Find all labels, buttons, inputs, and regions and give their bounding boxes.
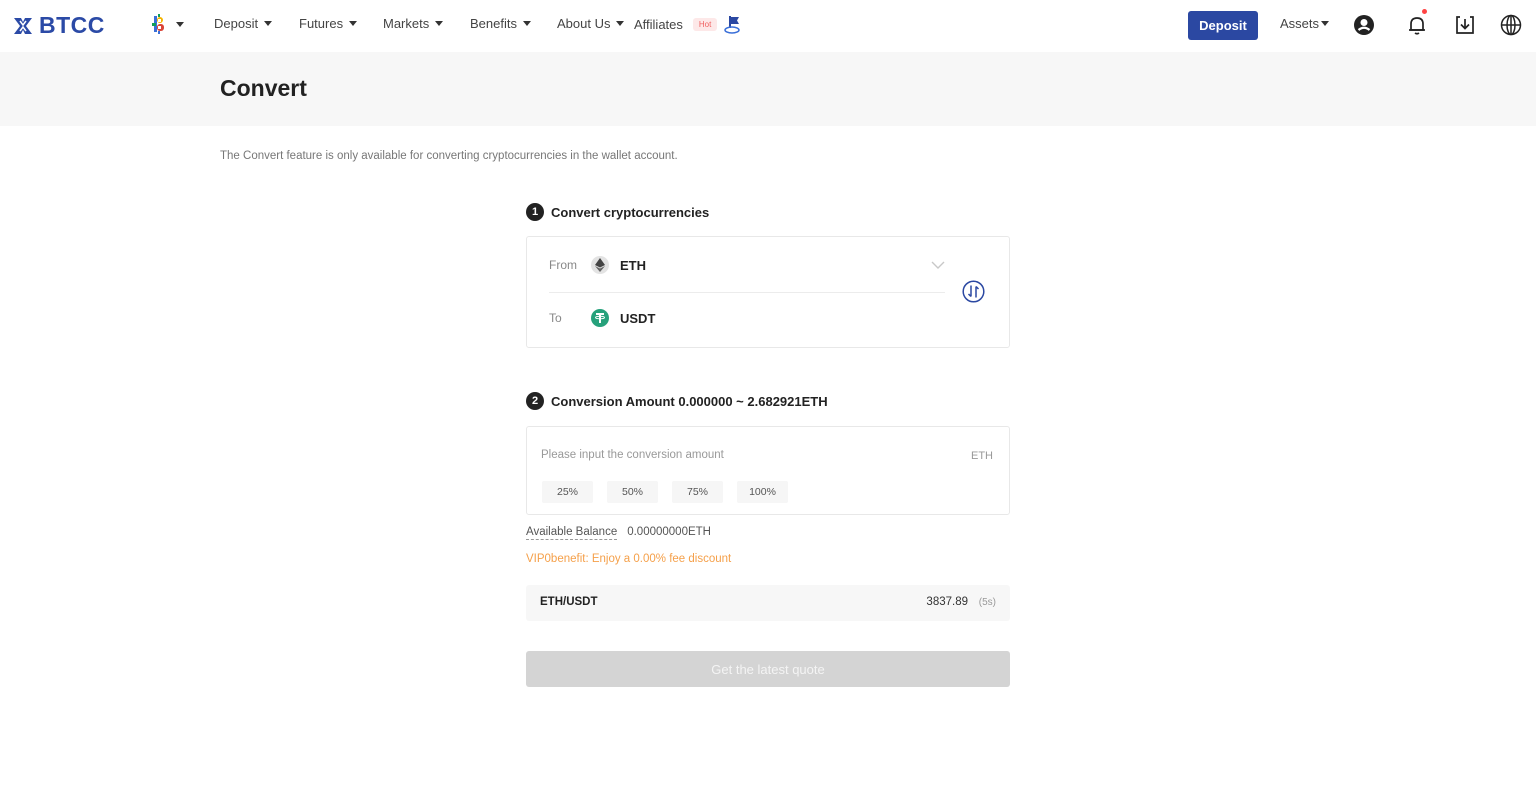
percent-100-button[interactable]: 100% bbox=[737, 481, 788, 503]
logo-text: BTCC bbox=[39, 12, 105, 38]
caret-down-icon bbox=[522, 21, 531, 26]
eth-coin-icon bbox=[591, 256, 609, 274]
btcc-logo-icon bbox=[14, 17, 32, 34]
top-navigation-bar: BTCC Deposit Futures Markets Benefits Ab… bbox=[0, 0, 1536, 52]
globe-language-icon[interactable] bbox=[1499, 13, 1523, 37]
deposit-button[interactable]: Deposit bbox=[1188, 11, 1258, 40]
nav-affiliates-label: Affiliates bbox=[634, 17, 683, 32]
percent-75-button[interactable]: 75% bbox=[672, 481, 723, 503]
bitcoin-multicolor-icon bbox=[152, 14, 164, 34]
nav-futures-label: Futures bbox=[299, 16, 344, 31]
usdt-coin-icon bbox=[591, 309, 609, 327]
pair-divider bbox=[549, 292, 945, 293]
chevron-down-icon[interactable] bbox=[931, 261, 945, 270]
available-balance: Available Balance 0.00000000ETH bbox=[526, 526, 711, 540]
step-number-badge: 1 bbox=[526, 203, 544, 221]
step-2-title: Conversion Amount 0.000000 ~ 2.682921ETH bbox=[551, 393, 828, 409]
nav-affiliates[interactable]: Affiliates Hot bbox=[634, 17, 718, 32]
caret-down-icon bbox=[1321, 21, 1330, 26]
nav-markets[interactable]: Markets bbox=[383, 16, 444, 31]
nav-about-us[interactable]: About Us bbox=[557, 16, 625, 31]
to-coin-name: USDT bbox=[620, 310, 656, 326]
caret-down-icon bbox=[435, 21, 444, 26]
caret-down-icon bbox=[349, 21, 358, 26]
nav-about-us-label: About Us bbox=[557, 16, 611, 31]
coin-menu[interactable] bbox=[150, 14, 184, 34]
percent-25-button[interactable]: 25% bbox=[542, 481, 593, 503]
chevron-down-icon bbox=[176, 21, 184, 27]
amount-unit: ETH bbox=[971, 450, 993, 462]
nav-benefits-label: Benefits bbox=[470, 16, 517, 31]
nav-deposit-label: Deposit bbox=[214, 16, 259, 31]
nav-futures[interactable]: Futures bbox=[299, 16, 358, 31]
to-currency-row[interactable]: To USDT bbox=[549, 309, 655, 327]
rate-value: 3837.89 bbox=[926, 596, 968, 608]
available-balance-label[interactable]: Available Balance bbox=[526, 526, 618, 540]
notification-bell-icon[interactable] bbox=[1405, 13, 1429, 37]
user-account-icon[interactable] bbox=[1352, 13, 1376, 37]
nav-benefits[interactable]: Benefits bbox=[470, 16, 531, 31]
percent-buttons: 25% 50% 75% 100% bbox=[542, 481, 788, 503]
assets-menu[interactable]: Assets bbox=[1280, 16, 1330, 31]
vip-benefit-text: VIP0benefit: Enjoy a 0.00% fee discount bbox=[526, 553, 732, 565]
percent-50-button[interactable]: 50% bbox=[607, 481, 658, 503]
btcc-logo[interactable]: BTCC bbox=[12, 12, 105, 39]
rate-refresh-timer: (5s) bbox=[978, 597, 996, 608]
nav-markets-label: Markets bbox=[383, 16, 430, 31]
download-icon[interactable] bbox=[1453, 13, 1477, 37]
rate-pair: ETH/USDT bbox=[540, 596, 598, 608]
from-label: From bbox=[549, 258, 577, 272]
step-2-heading: 2 Conversion Amount 0.000000 ~ 2.682921E… bbox=[526, 392, 828, 410]
get-latest-quote-button[interactable]: Get the latest quote bbox=[526, 651, 1010, 687]
convert-notice: The Convert feature is only available fo… bbox=[220, 150, 678, 162]
from-currency-selector[interactable]: From ETH bbox=[549, 256, 945, 274]
conversion-amount-input[interactable] bbox=[541, 449, 921, 461]
assets-label: Assets bbox=[1280, 16, 1320, 31]
exchange-rate-bar: ETH/USDT 3837.89 (5s) bbox=[526, 585, 1010, 621]
nav-deposit[interactable]: Deposit bbox=[214, 16, 273, 31]
caret-down-icon bbox=[616, 21, 625, 26]
notification-dot bbox=[1422, 9, 1427, 14]
conversion-amount-card: ETH 25% 50% 75% 100% bbox=[526, 426, 1010, 515]
step-number-badge: 2 bbox=[526, 392, 544, 410]
step-1-title: Convert cryptocurrencies bbox=[551, 204, 710, 220]
currency-pair-card: From ETH To USDT bbox=[526, 236, 1010, 348]
swap-currencies-icon[interactable] bbox=[962, 280, 985, 303]
hot-badge: Hot bbox=[692, 18, 718, 31]
to-label: To bbox=[549, 311, 562, 325]
caret-down-icon bbox=[264, 21, 273, 26]
flag-icon[interactable] bbox=[724, 14, 742, 36]
from-coin-name: ETH bbox=[620, 257, 646, 273]
available-balance-value: 0.00000000ETH bbox=[627, 526, 711, 538]
step-1-heading: 1 Convert cryptocurrencies bbox=[526, 203, 709, 221]
page-title: Convert bbox=[220, 75, 307, 101]
